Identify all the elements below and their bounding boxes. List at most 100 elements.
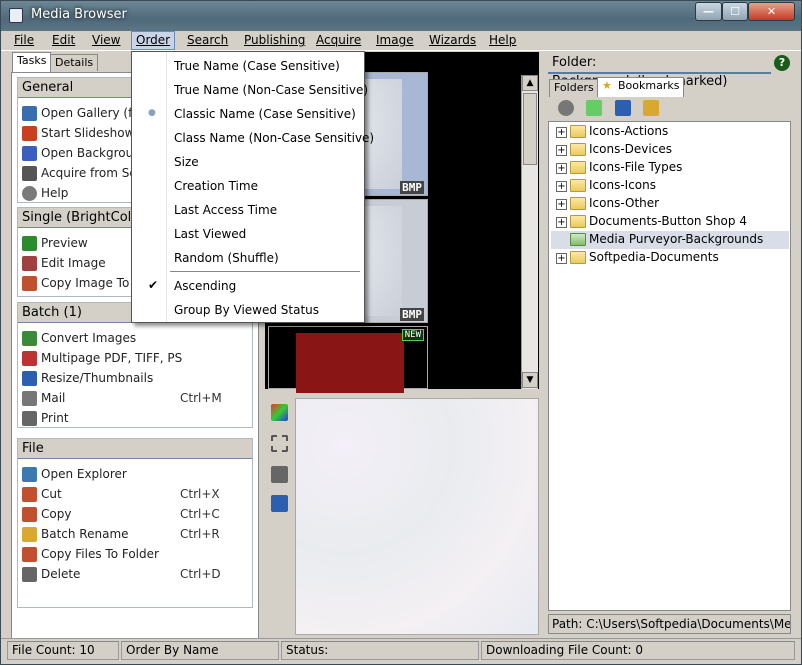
tree-node[interactable]: + Icons-Devices <box>551 141 789 159</box>
menu-wizards[interactable]: Wizards <box>429 33 476 47</box>
order-random-shuffle[interactable]: Random (Shuffle) <box>132 247 364 269</box>
task-copy-files-to-folder[interactable]: Copy Files To Folder <box>22 546 250 564</box>
expand-icon[interactable]: + <box>556 253 567 264</box>
task-label: Delete <box>41 567 81 581</box>
color-icon[interactable] <box>271 404 288 421</box>
task-open-explorer[interactable]: Open Explorer <box>22 466 250 484</box>
expand-icon[interactable]: + <box>556 145 567 156</box>
task-label: Resize/Thumbnails <box>41 371 154 385</box>
minimize-button[interactable]: — <box>695 2 722 21</box>
help-icon[interactable]: ? <box>774 55 790 71</box>
order-true-name-nocase[interactable]: True Name (Non-Case Sensitive) <box>132 79 368 101</box>
menu-search[interactable]: Search <box>187 33 228 47</box>
menu-help[interactable]: Help <box>489 33 516 47</box>
task-copy[interactable]: Copy Ctrl+C <box>22 506 250 524</box>
title-bar: Media Browser — ☐ ✕ <box>1 1 801 31</box>
order-size[interactable]: Size <box>132 151 364 173</box>
task-multipage-pdf[interactable]: Multipage PDF, TIFF, PS <box>22 350 250 368</box>
task-convert-images[interactable]: Convert Images <box>22 330 250 348</box>
folder-options-icon[interactable] <box>643 100 659 116</box>
menu-publishing[interactable]: Publishing <box>244 33 305 47</box>
mail-icon <box>22 391 37 406</box>
shortcut-label: Ctrl+C <box>180 507 220 521</box>
tree-node[interactable]: + Documents-Button Shop 4 <box>551 213 789 231</box>
tree-node-selected[interactable]: Media Purveyor-Backgrounds <box>551 231 789 249</box>
menu-view[interactable]: View <box>92 33 120 47</box>
gallery-scrollbar[interactable]: ▲ ▼ <box>521 75 538 389</box>
save-icon[interactable] <box>271 495 288 512</box>
order-group-by-viewed[interactable]: Group By Viewed Status <box>132 299 364 321</box>
menu-item-label: True Name (Case Sensitive) <box>174 59 340 73</box>
node-label: Icons-File Types <box>589 160 683 174</box>
task-label: Print <box>41 411 69 425</box>
task-print[interactable]: Print <box>22 410 250 428</box>
menu-item-label: Size <box>174 155 199 169</box>
task-label: Copy Image To C <box>41 276 142 290</box>
bookmark-toolbar <box>548 97 791 119</box>
tree-node[interactable]: + Icons-Actions <box>551 123 789 141</box>
tree-node[interactable]: + Icons-Icons <box>551 177 789 195</box>
print-icon[interactable] <box>271 466 288 483</box>
tab-folders[interactable]: Folders <box>549 79 599 97</box>
folder-title-underline <box>548 72 771 74</box>
gallery-icon <box>22 106 37 121</box>
task-batch-rename[interactable]: Batch Rename Ctrl+R <box>22 526 250 544</box>
menu-edit[interactable]: Edit <box>52 33 75 47</box>
expand-icon[interactable]: + <box>556 163 567 174</box>
tree-node[interactable]: + Icons-Other <box>551 195 789 213</box>
task-label: Batch Rename <box>41 527 129 541</box>
order-classic-name-case[interactable]: ● Classic Name (Case Sensitive) <box>132 103 364 125</box>
shortcut-label: Ctrl+X <box>180 487 220 501</box>
scroll-down-button[interactable]: ▼ <box>522 372 538 388</box>
expand-icon[interactable]: + <box>556 181 567 192</box>
properties-icon[interactable] <box>615 100 631 116</box>
task-label: Acquire from Sca <box>41 166 144 180</box>
maximize-button[interactable]: ☐ <box>722 2 748 21</box>
node-label: Icons-Devices <box>589 142 672 156</box>
scroll-thumb[interactable] <box>523 93 537 165</box>
menu-image[interactable]: Image <box>376 33 414 47</box>
task-delete[interactable]: Delete Ctrl+D <box>22 566 250 584</box>
expand-icon[interactable]: + <box>556 199 567 210</box>
tab-tasks[interactable]: Tasks <box>12 52 52 72</box>
order-creation-time[interactable]: Creation Time <box>132 175 364 197</box>
tree-node[interactable]: + Icons-File Types <box>551 159 789 177</box>
tab-bookmarks[interactable]: ★ Bookmarks <box>597 77 685 98</box>
order-true-name-case[interactable]: True Name (Case Sensitive) <box>132 55 364 77</box>
close-button[interactable]: ✕ <box>748 2 795 21</box>
folder-icon <box>570 125 586 138</box>
order-class-name-nocase[interactable]: Class Name (Non-Case Sensitive) <box>132 127 374 149</box>
order-last-access-time[interactable]: Last Access Time <box>132 199 364 221</box>
scroll-up-button[interactable]: ▲ <box>522 75 538 91</box>
node-label: Icons-Other <box>589 196 660 210</box>
menu-acquire[interactable]: Acquire <box>316 33 361 47</box>
menu-order[interactable]: Order <box>131 31 176 50</box>
add-bookmark-icon[interactable] <box>586 100 602 116</box>
task-label: Cut <box>41 487 62 501</box>
window-title: Media Browser <box>31 7 127 22</box>
shortcut-label: Ctrl+M <box>180 391 222 405</box>
task-label: Open Explorer <box>41 467 127 481</box>
order-ascending[interactable]: ✔ Ascending <box>132 275 364 297</box>
order-last-viewed[interactable]: Last Viewed <box>132 223 364 245</box>
status-downloading: Downloading File Count: 0 <box>481 641 795 660</box>
copy-image-icon <box>22 276 37 291</box>
crop-icon[interactable] <box>271 435 288 452</box>
rename-icon <box>22 527 37 542</box>
delete-bookmark-icon[interactable] <box>558 100 574 116</box>
format-label: BMP <box>400 308 424 321</box>
thumbnail[interactable]: NEW <box>268 326 428 393</box>
expand-icon[interactable]: + <box>556 217 567 228</box>
task-mail[interactable]: Mail Ctrl+M <box>22 390 250 408</box>
task-cut[interactable]: Cut Ctrl+X <box>22 486 250 504</box>
task-resize-thumbnails[interactable]: Resize/Thumbnails <box>22 370 250 388</box>
tree-node[interactable]: + Softpedia-Documents <box>551 249 789 267</box>
node-label: Documents-Button Shop 4 <box>589 214 747 228</box>
folder-title: Folder: Backgrounds(bookmarked) <box>552 55 727 89</box>
menu-file[interactable]: File <box>14 33 34 47</box>
convert-icon <box>22 331 37 346</box>
menu-bar: File Edit View Order Search Publishing A… <box>1 31 801 51</box>
menu-item-label: Random (Shuffle) <box>174 251 279 265</box>
tab-details[interactable]: Details <box>50 54 99 71</box>
expand-icon[interactable]: + <box>556 127 567 138</box>
